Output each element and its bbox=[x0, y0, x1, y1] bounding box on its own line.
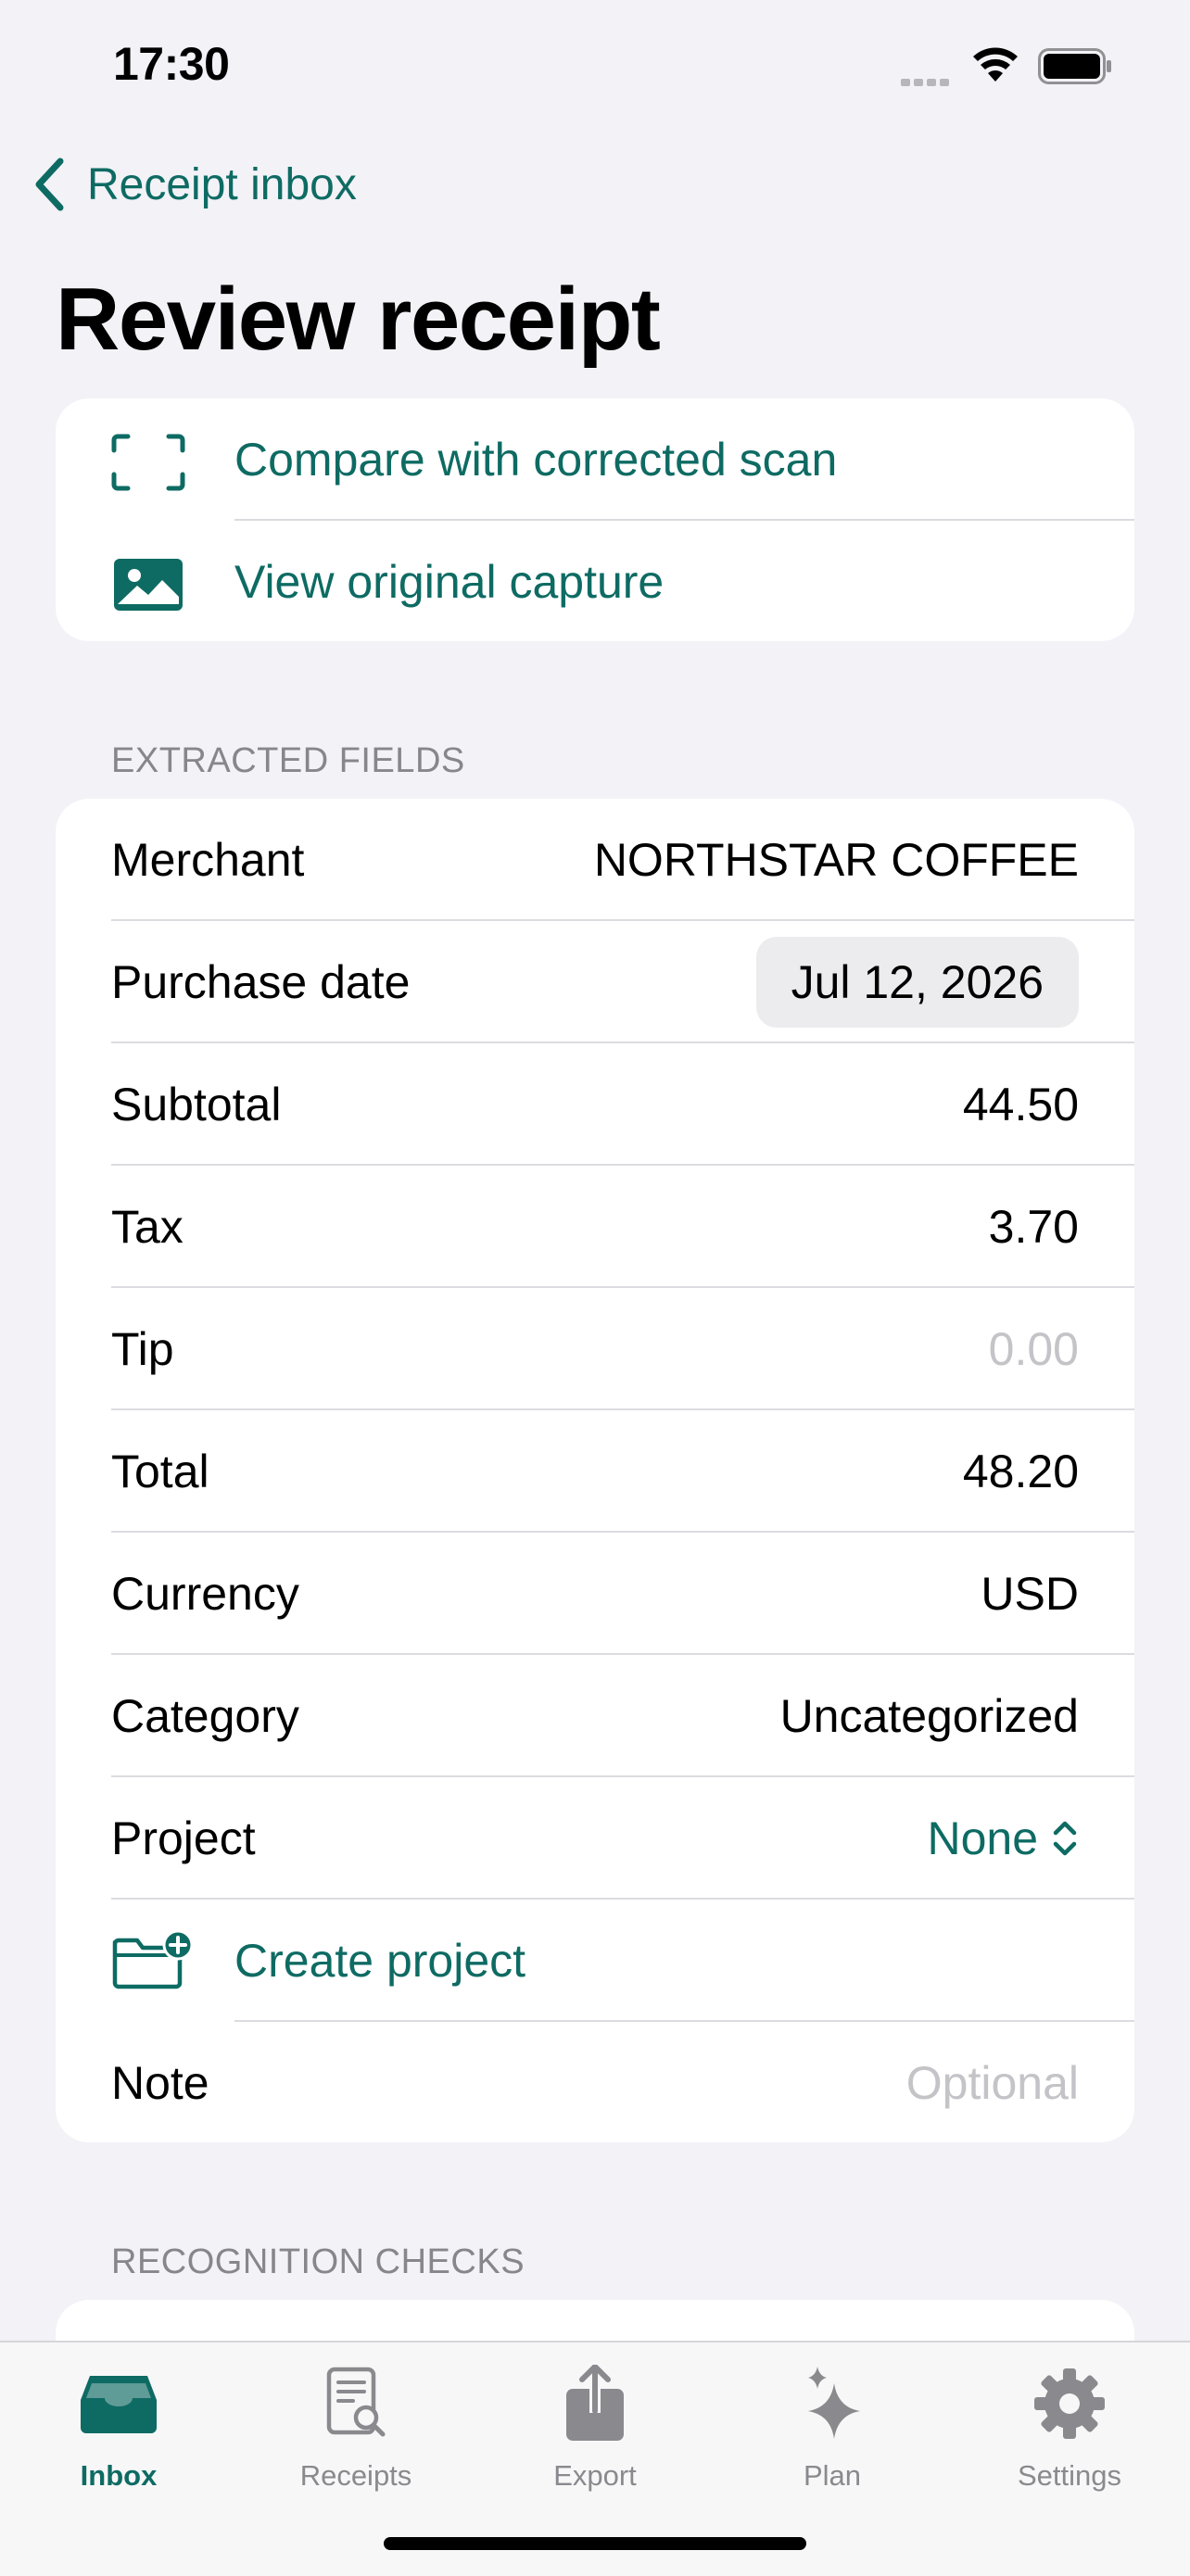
tab-receipts[interactable]: Receipts bbox=[254, 2357, 458, 2493]
home-indicator bbox=[384, 2537, 806, 2550]
subtotal-label: Subtotal bbox=[111, 1079, 282, 1130]
currency-label: Currency bbox=[111, 1568, 299, 1620]
category-row[interactable]: Category Uncategorized bbox=[56, 1655, 1134, 1777]
tax-value[interactable]: 3.70 bbox=[989, 1200, 1079, 1254]
total-label: Total bbox=[111, 1446, 209, 1497]
wifi-icon bbox=[971, 46, 1019, 88]
cellular-signal-icon bbox=[901, 74, 953, 91]
receipt-search-icon bbox=[254, 2357, 458, 2450]
tip-row[interactable]: Tip 0.00 bbox=[56, 1288, 1134, 1410]
scan-frame-icon bbox=[111, 434, 185, 491]
tab-export[interactable]: Export bbox=[493, 2357, 697, 2493]
subtotal-row[interactable]: Subtotal 44.50 bbox=[56, 1043, 1134, 1166]
tab-settings-label: Settings bbox=[1017, 2459, 1121, 2492]
chevron-up-down-icon bbox=[1053, 1821, 1077, 1856]
gear-icon bbox=[968, 2357, 1171, 2450]
view-original-label: View original capture bbox=[234, 556, 665, 608]
purchase-date-row: Purchase date Jul 12, 2026 bbox=[56, 921, 1134, 1043]
tab-settings[interactable]: Settings bbox=[968, 2357, 1171, 2493]
battery-icon bbox=[1038, 48, 1111, 84]
tab-plan[interactable]: Plan bbox=[730, 2357, 934, 2493]
tab-receipts-label: Receipts bbox=[299, 2459, 412, 2492]
photo-icon bbox=[111, 556, 185, 612]
create-project-button[interactable]: Create project bbox=[56, 1900, 1134, 2022]
compare-corrected-scan-button[interactable]: Compare with corrected scan bbox=[56, 398, 1134, 521]
project-label: Project bbox=[111, 1812, 256, 1864]
total-value[interactable]: 48.20 bbox=[963, 1445, 1079, 1498]
extracted-fields-header: EXTRACTED FIELDS bbox=[111, 741, 465, 780]
chevron-left-icon bbox=[35, 158, 64, 211]
project-value: None bbox=[927, 1812, 1038, 1864]
category-value[interactable]: Uncategorized bbox=[780, 1689, 1079, 1743]
note-row: Note Optional bbox=[56, 2022, 1134, 2142]
project-row: Project None bbox=[56, 1777, 1134, 1900]
total-row[interactable]: Total 48.20 bbox=[56, 1410, 1134, 1533]
category-label: Category bbox=[111, 1690, 299, 1742]
tab-inbox[interactable]: Inbox bbox=[17, 2357, 221, 2493]
page-title: Review receipt bbox=[56, 270, 661, 369]
tax-row[interactable]: Tax 3.70 bbox=[56, 1166, 1134, 1288]
tab-plan-label: Plan bbox=[803, 2459, 862, 2492]
tab-inbox-label: Inbox bbox=[80, 2459, 158, 2492]
receipt-actions-card: Compare with corrected scan View origina… bbox=[56, 398, 1134, 641]
tab-export-label: Export bbox=[553, 2459, 637, 2492]
inbox-tray-icon bbox=[17, 2357, 221, 2450]
tip-label: Tip bbox=[111, 1323, 174, 1375]
subtotal-value[interactable]: 44.50 bbox=[963, 1078, 1079, 1131]
purchase-date-label: Purchase date bbox=[111, 956, 411, 1008]
create-project-label: Create project bbox=[234, 1935, 526, 1987]
note-label: Note bbox=[111, 2057, 209, 2109]
status-time: 17:30 bbox=[113, 38, 230, 90]
currency-row[interactable]: Currency USD bbox=[56, 1533, 1134, 1655]
merchant-row[interactable]: Merchant NORTHSTAR COFFEE bbox=[56, 799, 1134, 921]
tip-field[interactable]: 0.00 bbox=[989, 1322, 1079, 1376]
share-export-icon bbox=[493, 2357, 697, 2450]
project-picker[interactable]: None bbox=[927, 1812, 1079, 1865]
sparkles-icon bbox=[730, 2357, 934, 2450]
merchant-label: Merchant bbox=[111, 834, 305, 886]
view-original-capture-button[interactable]: View original capture bbox=[56, 521, 1134, 641]
extracted-fields-card: Merchant NORTHSTAR COFFEE Purchase date … bbox=[56, 799, 1134, 2142]
tax-label: Tax bbox=[111, 1201, 184, 1253]
back-label: Receipt inbox bbox=[87, 159, 357, 209]
folder-plus-icon bbox=[111, 1929, 195, 1990]
compare-label: Compare with corrected scan bbox=[234, 434, 838, 486]
purchase-date-picker[interactable]: Jul 12, 2026 bbox=[755, 937, 1079, 1028]
currency-value[interactable]: USD bbox=[981, 1567, 1079, 1621]
back-button[interactable]: Receipt inbox bbox=[33, 158, 357, 211]
note-field[interactable]: Optional bbox=[906, 2056, 1079, 2110]
recognition-checks-header: RECOGNITION CHECKS bbox=[111, 2242, 525, 2281]
merchant-value[interactable]: NORTHSTAR COFFEE bbox=[594, 833, 1079, 887]
